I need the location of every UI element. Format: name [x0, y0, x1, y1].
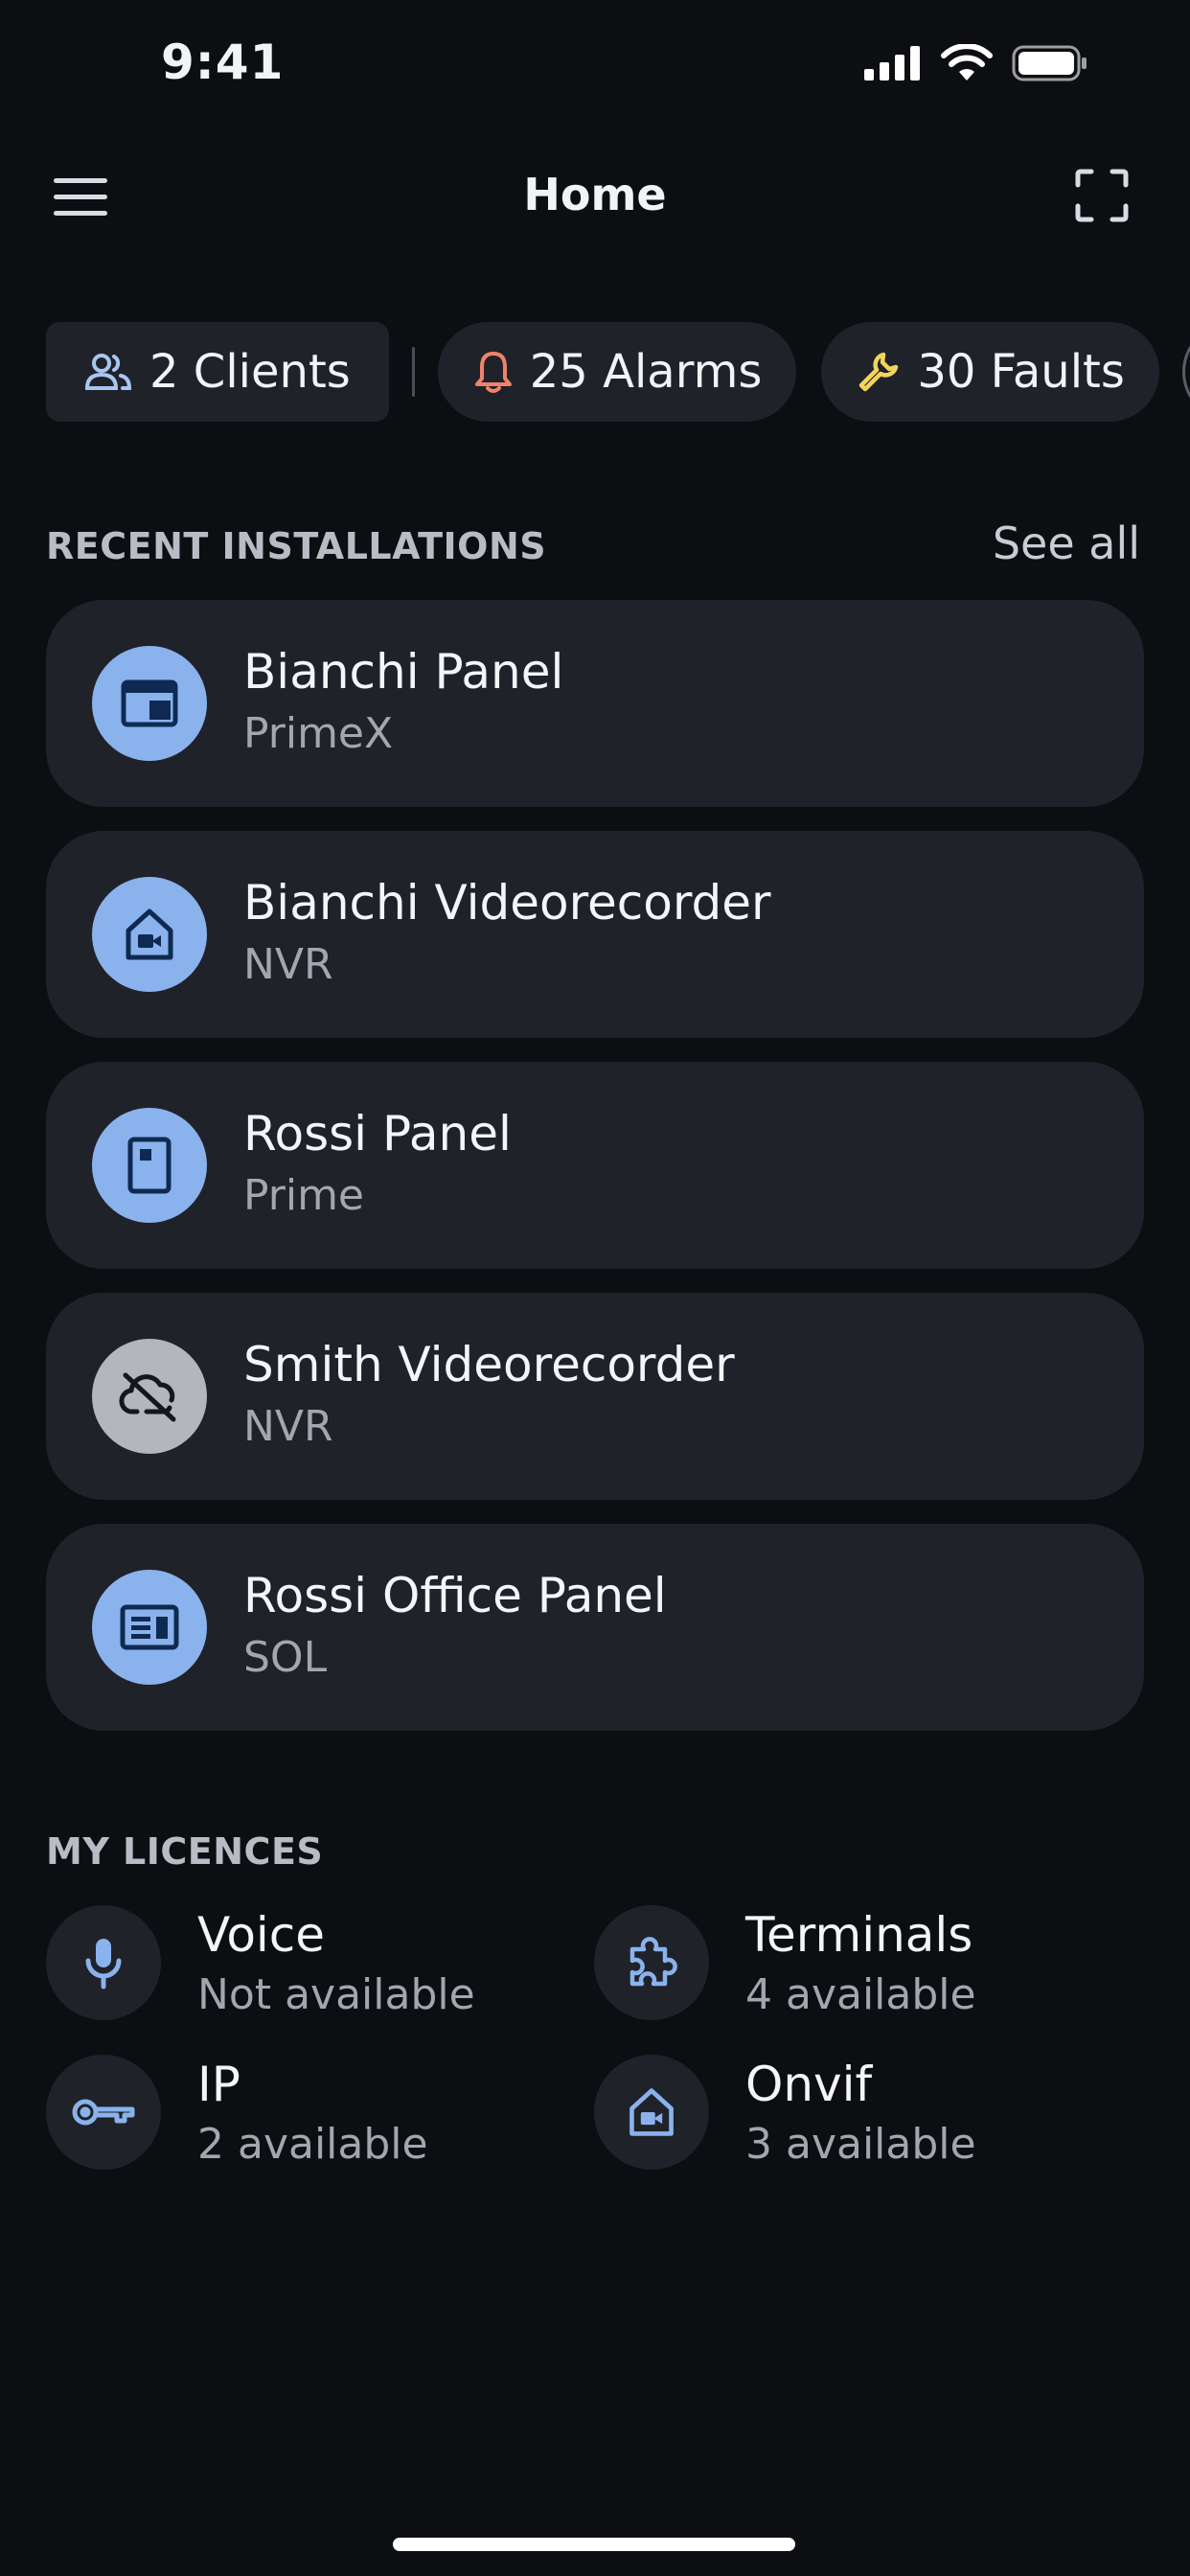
- licence-item[interactable]: Onvif 3 available: [594, 2055, 1131, 2170]
- home-screen: 9:41 Home 2 Clients 25 Alarms 30 Faults …: [0, 0, 1190, 2576]
- licence-icon-wrap: [46, 2055, 161, 2170]
- installation-card[interactable]: Bianchi Videorecorder NVR: [46, 831, 1144, 1038]
- installation-title: Bianchi Panel: [243, 644, 564, 700]
- faults-chip-label: 30 Faults: [917, 345, 1125, 399]
- installation-title: Smith Videorecorder: [243, 1337, 735, 1392]
- status-icons: [864, 44, 1088, 82]
- licence-item[interactable]: Voice Not available: [46, 1905, 583, 2020]
- installation-subtitle: Prime: [243, 1171, 365, 1220]
- panel-keypad-icon: [120, 1604, 179, 1650]
- wifi-icon: [941, 44, 993, 80]
- panel-device-icon: [127, 1137, 172, 1194]
- licence-item[interactable]: IP 2 available: [46, 2055, 583, 2170]
- microphone-icon: [85, 1939, 122, 1990]
- installation-avatar: [92, 877, 207, 992]
- home-indicator[interactable]: [393, 2538, 795, 2551]
- home-camera-icon: [126, 908, 173, 960]
- users-icon: [84, 354, 132, 390]
- installation-card[interactable]: Rossi Panel Prime: [46, 1062, 1144, 1269]
- see-all-link[interactable]: See all: [993, 518, 1140, 569]
- licence-title: Voice: [197, 1907, 326, 1963]
- licence-subtitle: 2 available: [197, 2120, 428, 2169]
- installation-title: Rossi Panel: [243, 1106, 512, 1162]
- faults-chip[interactable]: 30 Faults: [821, 322, 1159, 422]
- cellular-signal-icon: [864, 46, 920, 80]
- more-chip[interactable]: [1181, 322, 1190, 422]
- alarms-chip-label: 25 Alarms: [529, 345, 763, 399]
- fullscreen-button[interactable]: [1075, 169, 1129, 222]
- recent-installations-heading: RECENT INSTALLATIONS: [46, 525, 547, 567]
- installation-title: Rossi Office Panel: [243, 1568, 667, 1623]
- page-title: Home: [523, 169, 667, 220]
- my-licences-heading: MY LICENCES: [46, 1830, 324, 1873]
- licence-item[interactable]: Terminals 4 available: [594, 1905, 1131, 2020]
- installation-avatar: [92, 646, 207, 761]
- licence-icon-wrap: [46, 1905, 161, 2020]
- installation-avatar: [92, 1570, 207, 1685]
- alarms-chip[interactable]: 25 Alarms: [437, 322, 797, 422]
- licence-subtitle: 4 available: [745, 1970, 976, 2019]
- panel-window-icon: [121, 679, 178, 727]
- licence-title: Onvif: [745, 2057, 873, 2112]
- installation-subtitle: SOL: [243, 1633, 328, 1682]
- wrench-icon: [859, 352, 899, 392]
- installation-title: Bianchi Videorecorder: [243, 875, 771, 931]
- summary-chips: 2 Clients 25 Alarms 30 Faults: [46, 322, 1190, 422]
- home-camera-icon: [629, 2088, 674, 2136]
- installation-subtitle: NVR: [243, 1402, 333, 1451]
- status-time: 9:41: [161, 34, 285, 90]
- licence-subtitle: Not available: [197, 1970, 475, 2019]
- licence-title: Terminals: [745, 1907, 973, 1963]
- installation-card[interactable]: Bianchi Panel PrimeX: [46, 600, 1144, 807]
- installation-card[interactable]: Rossi Office Panel SOL: [46, 1524, 1144, 1731]
- installation-avatar: [92, 1339, 207, 1454]
- bell-icon: [474, 352, 512, 393]
- clients-chip-label: 2 Clients: [149, 345, 351, 399]
- cloud-off-icon: [119, 1372, 176, 1422]
- chip-divider: [411, 347, 415, 397]
- installation-subtitle: NVR: [243, 940, 333, 989]
- licence-icon-wrap: [594, 1905, 709, 2020]
- clients-chip[interactable]: 2 Clients: [46, 322, 389, 422]
- installation-card[interactable]: Smith Videorecorder NVR: [46, 1293, 1144, 1500]
- battery-icon: [1012, 45, 1087, 81]
- installation-avatar: [92, 1108, 207, 1223]
- expand-icon: [1075, 169, 1129, 222]
- licence-title: IP: [197, 2057, 240, 2112]
- puzzle-icon: [629, 1937, 677, 1987]
- licence-icon-wrap: [594, 2055, 709, 2170]
- licence-subtitle: 3 available: [745, 2120, 976, 2169]
- installation-subtitle: PrimeX: [243, 709, 394, 758]
- key-icon: [72, 2099, 135, 2126]
